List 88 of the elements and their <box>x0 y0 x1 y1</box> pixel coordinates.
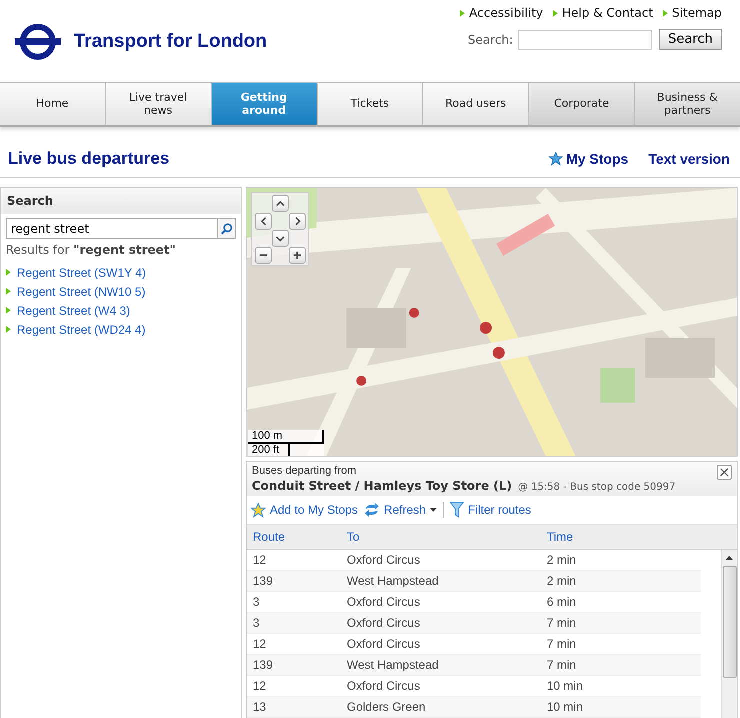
table-cell-text: 7 min <box>547 616 578 630</box>
table-cell-text: Golders Green <box>347 700 427 714</box>
column-header[interactable]: Time <box>547 530 647 544</box>
scroll-up-arrow-icon[interactable] <box>726 556 733 560</box>
results-caption: Results for "regent street" <box>6 243 178 257</box>
result-link[interactable]: Regent Street (NW10 5) <box>6 282 236 301</box>
scale-bar: 200 ft <box>248 444 290 456</box>
result-link[interactable]: Regent Street (WD24 4) <box>6 320 236 339</box>
table-cell-text: 10 min <box>547 679 584 693</box>
column-header[interactable]: Route <box>247 530 347 544</box>
pan-right-button[interactable] <box>289 213 306 230</box>
table-cell-text: 3 <box>252 616 261 630</box>
triangle-bullet-icon <box>6 288 11 295</box>
chevron-left-icon <box>260 217 266 226</box>
triangle-bullet-icon <box>6 326 11 333</box>
search-field[interactable] <box>518 30 652 50</box>
table-cell-text: 3 <box>252 595 261 609</box>
table-cell-text: 12 <box>252 553 268 567</box>
close-button[interactable] <box>717 465 732 480</box>
caret-icon <box>430 508 438 512</box>
chevron-right-icon <box>294 217 300 226</box>
roundel-logo-icon[interactable] <box>14 22 62 62</box>
result-link[interactable]: Regent Street (W4 3) <box>6 301 236 320</box>
close-icon <box>720 468 729 477</box>
pan-up-button[interactable] <box>272 195 289 212</box>
refresh-icon <box>364 503 380 517</box>
toolbar-link[interactable]: Filter routes <box>450 502 532 518</box>
page-link[interactable]: Text version <box>648 151 730 167</box>
table-cell-text: 12 <box>252 679 268 693</box>
panel-title: Search <box>7 194 54 208</box>
zoom-in-button[interactable] <box>289 247 306 264</box>
table-cell-text: 2 min <box>547 574 578 588</box>
nav-tab[interactable]: Business & partners <box>635 83 740 125</box>
filter-icon <box>450 502 464 518</box>
nav-tab[interactable]: Live travel news <box>106 83 212 125</box>
toolbar-link[interactable]: Refresh <box>364 503 438 517</box>
scale-bar: 100 m <box>248 430 324 444</box>
page-title: Live bus departures <box>8 149 170 169</box>
table-cell-text: 6 min <box>547 595 578 609</box>
table-cell-text: Oxford Circus <box>347 553 422 567</box>
nav-tab[interactable]: Road users <box>423 83 530 125</box>
table-cell-text: Oxford Circus <box>347 637 422 651</box>
nav-tab[interactable]: Home <box>0 83 106 125</box>
utility-link[interactable]: Accessibility <box>460 6 544 20</box>
search-button[interactable]: Search <box>659 29 722 50</box>
table-cell-text: 2 min <box>547 553 578 567</box>
table-cell-text: 12 <box>252 637 268 651</box>
nav-tab[interactable]: Corporate <box>529 83 636 125</box>
pan-down-button[interactable] <box>272 230 289 247</box>
table-cell-text: 13 <box>252 700 268 714</box>
site-title[interactable]: Transport for London <box>74 31 268 53</box>
table-cell-text: West Hampstead <box>347 658 440 672</box>
search-icon[interactable] <box>217 218 236 239</box>
zoom-out-button[interactable] <box>255 247 272 264</box>
table-cell-text: Oxford Circus <box>347 679 422 693</box>
chevron-up-icon <box>276 200 285 206</box>
page-link[interactable]: My Stops <box>549 151 629 167</box>
table-cell-text: 7 min <box>547 658 578 672</box>
table-cell-text: 10 min <box>547 700 584 714</box>
stop-info: @ 15:58 - Bus stop code 50997 <box>518 482 676 493</box>
utility-link[interactable]: Help & Contact <box>553 6 654 20</box>
table-cell-text: 139 <box>252 658 274 672</box>
triangle-bullet-icon <box>6 269 11 276</box>
utility-link[interactable]: Sitemap <box>663 6 722 20</box>
table-cell-text: Oxford Circus <box>347 616 422 630</box>
scrollbar[interactable] <box>721 550 737 718</box>
search-field[interactable]: regent street <box>6 218 217 239</box>
triangle-bullet-icon <box>663 10 668 16</box>
table-cell-text: 139 <box>252 574 274 588</box>
table-cell-text: West Hampstead <box>347 574 440 588</box>
table-cell-text: 7 min <box>547 637 578 651</box>
panel-caption: Buses departing from <box>252 465 358 477</box>
result-link[interactable]: Regent Street (SW1Y 4) <box>6 263 236 282</box>
nav-tab[interactable]: Tickets <box>318 83 424 125</box>
triangle-bullet-icon <box>460 10 466 16</box>
star-icon <box>549 152 564 166</box>
stop-name: Conduit Street / Hamleys Toy Store (L) <box>252 479 512 493</box>
search-label: Search: <box>468 32 514 46</box>
nav-tab[interactable]: Getting around <box>212 83 318 125</box>
chevron-down-icon <box>276 236 285 242</box>
triangle-bullet-icon <box>553 10 558 16</box>
toolbar-link[interactable]: Add to My Stops <box>251 502 358 518</box>
star-icon <box>251 502 266 518</box>
pan-left-button[interactable] <box>255 213 272 230</box>
plus-icon <box>293 251 302 260</box>
column-header[interactable]: To <box>347 530 547 544</box>
table-cell-text: Oxford Circus <box>347 595 422 609</box>
triangle-bullet-icon <box>6 307 11 314</box>
